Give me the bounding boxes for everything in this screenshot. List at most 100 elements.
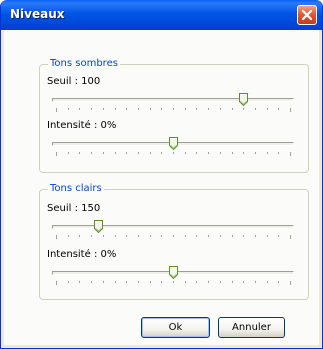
slider-tick bbox=[220, 235, 221, 237]
light-tones-legend: Tons clairs bbox=[48, 183, 104, 194]
slider-tick bbox=[103, 281, 104, 283]
slider-tick bbox=[56, 152, 57, 156]
slider-tick bbox=[290, 152, 291, 156]
slider-tick bbox=[150, 152, 151, 154]
slider-tick bbox=[232, 235, 233, 237]
slider-tick bbox=[243, 152, 244, 154]
slider-tick bbox=[267, 108, 268, 110]
dialog-window: Niveaux Tons sombres Seuil : 100 Intensi… bbox=[0, 0, 323, 349]
slider-tick bbox=[290, 281, 291, 285]
slider-tick bbox=[278, 281, 279, 283]
slider-tick bbox=[173, 152, 174, 154]
dark-intensity-slider[interactable] bbox=[52, 134, 296, 158]
cancel-button[interactable]: Annuler bbox=[218, 317, 285, 338]
slider-tick bbox=[278, 235, 279, 237]
light-intensity-slider[interactable] bbox=[52, 263, 296, 287]
slider-tick bbox=[208, 152, 209, 154]
slider-tick bbox=[115, 108, 116, 110]
slider-tick bbox=[115, 152, 116, 154]
slider-tick bbox=[103, 235, 104, 237]
slider-tick bbox=[185, 108, 186, 110]
slider-thumb[interactable] bbox=[169, 266, 178, 279]
slider-tick bbox=[243, 108, 244, 110]
slider-tick bbox=[243, 235, 244, 237]
slider-tick bbox=[126, 235, 127, 237]
slider-tick bbox=[185, 152, 186, 154]
slider-tick bbox=[103, 152, 104, 154]
slider-tick bbox=[267, 235, 268, 237]
slider-tick bbox=[208, 235, 209, 237]
slider-tick bbox=[161, 235, 162, 237]
dark-intensity-label: Intensité : 0% bbox=[47, 120, 117, 131]
dark-threshold-slider[interactable] bbox=[52, 90, 296, 114]
slider-tick bbox=[68, 235, 69, 237]
slider-tick bbox=[290, 108, 291, 112]
slider-tick bbox=[56, 281, 57, 285]
slider-tick bbox=[243, 281, 244, 283]
slider-tick bbox=[91, 152, 92, 154]
dialog-body: Tons sombres Seuil : 100 Intensité : 0% … bbox=[4, 30, 319, 345]
slider-tick bbox=[91, 108, 92, 110]
ok-button[interactable]: Ok bbox=[141, 317, 210, 338]
light-threshold-slider[interactable] bbox=[52, 217, 296, 241]
slider-thumb[interactable] bbox=[239, 93, 248, 106]
slider-tick bbox=[79, 281, 80, 283]
light-threshold-label: Seuil : 150 bbox=[47, 203, 101, 214]
slider-tick bbox=[290, 235, 291, 239]
slider-tick bbox=[278, 152, 279, 154]
slider-thumb[interactable] bbox=[94, 220, 103, 233]
dark-tones-group: Tons sombres Seuil : 100 Intensité : 0% bbox=[39, 58, 309, 173]
slider-tick bbox=[138, 281, 139, 283]
slider-tick bbox=[126, 108, 127, 110]
slider-tick bbox=[68, 108, 69, 110]
slider-tick bbox=[255, 281, 256, 283]
slider-tick bbox=[267, 152, 268, 154]
slider-tick bbox=[267, 281, 268, 283]
slider-tick bbox=[138, 235, 139, 237]
slider-thumb[interactable] bbox=[169, 137, 178, 150]
dark-threshold-label: Seuil : 100 bbox=[47, 76, 101, 87]
slider-tick bbox=[91, 235, 92, 237]
close-x-icon bbox=[301, 9, 313, 21]
slider-tick bbox=[232, 108, 233, 110]
window-title: Niveaux bbox=[10, 7, 65, 21]
title-bar: Niveaux bbox=[1, 0, 322, 30]
slider-tick bbox=[161, 108, 162, 110]
slider-tick bbox=[173, 281, 174, 283]
slider-tick bbox=[173, 108, 174, 110]
slider-tick bbox=[255, 108, 256, 110]
slider-tick bbox=[208, 108, 209, 110]
slider-tick bbox=[232, 152, 233, 154]
slider-tick bbox=[161, 281, 162, 283]
slider-tick bbox=[196, 235, 197, 237]
slider-tick bbox=[220, 152, 221, 154]
slider-tick bbox=[232, 281, 233, 283]
slider-tick bbox=[255, 152, 256, 154]
slider-tick bbox=[103, 108, 104, 110]
light-intensity-label: Intensité : 0% bbox=[47, 249, 117, 260]
slider-tick bbox=[138, 152, 139, 154]
close-button[interactable] bbox=[297, 5, 317, 25]
slider-tick bbox=[173, 235, 174, 237]
slider-tick bbox=[150, 108, 151, 110]
slider-tick bbox=[115, 281, 116, 283]
slider-tick bbox=[126, 281, 127, 283]
slider-tick bbox=[79, 108, 80, 110]
slider-tick bbox=[79, 235, 80, 237]
slider-tick bbox=[68, 152, 69, 154]
slider-tick bbox=[255, 235, 256, 237]
light-tones-group: Tons clairs Seuil : 150 Intensité : 0% bbox=[39, 183, 309, 300]
slider-tick bbox=[68, 281, 69, 283]
slider-tick bbox=[185, 235, 186, 237]
slider-track bbox=[52, 98, 294, 102]
slider-tick bbox=[115, 235, 116, 237]
slider-track bbox=[52, 225, 294, 229]
slider-tick bbox=[196, 152, 197, 154]
slider-tick bbox=[196, 281, 197, 283]
slider-tick bbox=[150, 281, 151, 283]
slider-tick bbox=[126, 152, 127, 154]
slider-tick bbox=[196, 108, 197, 110]
slider-tick bbox=[278, 108, 279, 110]
slider-tick bbox=[208, 281, 209, 283]
dark-tones-legend: Tons sombres bbox=[48, 58, 120, 69]
